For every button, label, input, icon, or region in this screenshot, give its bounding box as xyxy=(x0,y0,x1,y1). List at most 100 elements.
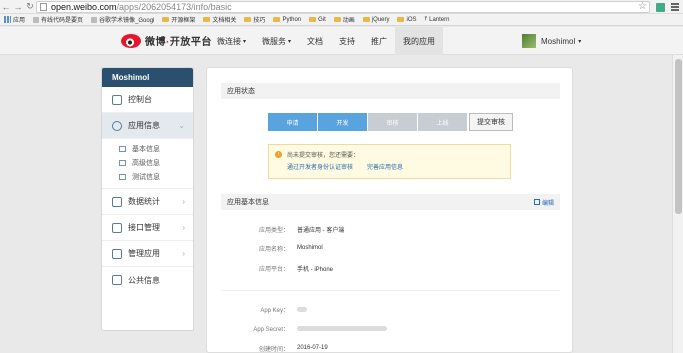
notice-text: 尚未提交审核，您还需要： xyxy=(287,153,360,159)
chevron-down-icon: ▾ xyxy=(243,38,247,45)
extension-icon[interactable] xyxy=(656,3,665,12)
bookmark-star-icon[interactable]: ☆ xyxy=(638,1,647,12)
weibo-eye-icon xyxy=(121,33,141,48)
warning-icon: ! xyxy=(275,151,282,158)
forward-icon[interactable]: → xyxy=(12,1,24,13)
manage-icon xyxy=(112,248,122,259)
folder-icon xyxy=(333,17,341,22)
step-online: 上线 xyxy=(418,113,467,131)
bookmark-folder[interactable]: 开源框架 xyxy=(162,15,195,24)
info-row-created: 创建时间： 2016-07-19 xyxy=(258,345,328,353)
bookmark-apps[interactable]: 应用 xyxy=(4,15,25,24)
page-icon xyxy=(40,3,47,11)
page-icon xyxy=(33,16,40,23)
doc-icon xyxy=(119,174,126,180)
sidebar-item-api[interactable]: 接口管理 › xyxy=(102,215,193,241)
logo-text: 微博 xyxy=(145,37,166,48)
nav-support[interactable]: 支持 xyxy=(331,27,363,55)
folder-icon xyxy=(162,17,170,22)
sidebar-item-stats[interactable]: 数据统计 › xyxy=(102,189,193,215)
url-host: open.weibo.com xyxy=(51,2,117,12)
step-apply: 申请 xyxy=(268,113,317,131)
browser-menu-icon[interactable] xyxy=(671,3,679,11)
bookmark-folder[interactable]: 技巧 xyxy=(244,15,265,24)
folder-icon xyxy=(397,17,405,22)
nav-weifuwu[interactable]: 微服务 ▾ xyxy=(254,27,299,55)
nav-weilianjie[interactable]: 微连接 ▾ xyxy=(209,27,254,55)
folder-icon xyxy=(273,17,281,22)
bookmarks-bar: 应用 有线代码是要页 谷歌学术镜像_Googl 开源框架 文档相关 技巧 Pyt… xyxy=(0,14,683,26)
info-row-type: 应用类型： 普通应用 - 客户端 xyxy=(258,227,345,234)
info-row-app-key: App Key： xyxy=(207,304,307,314)
sidebar-item-manage[interactable]: 管理应用 › xyxy=(102,241,193,267)
bookmark-folder[interactable]: jQuery xyxy=(362,17,389,23)
nav-my-apps[interactable]: 我的应用 xyxy=(395,27,444,55)
edit-link[interactable]: 编辑 xyxy=(533,194,554,210)
reload-icon[interactable]: ↻ xyxy=(24,1,36,13)
redacted-value xyxy=(297,325,387,331)
sidebar-sub-advanced-info[interactable]: 高级信息 xyxy=(119,156,193,170)
info-row-app-secret: App Secret： xyxy=(207,323,387,333)
sidebar-item-public-info[interactable]: 公共信息 xyxy=(102,267,193,293)
site-header: 微博·开放平台 微连接 ▾ 微服务 ▾ 文档 支持 推广 我的应用 Moshimol… xyxy=(0,27,683,55)
section-title-status: 应用状态 xyxy=(221,83,560,99)
info-row-name: 应用名称： Moshimol xyxy=(258,245,323,253)
scroll-thumb[interactable] xyxy=(675,59,682,214)
user-menu[interactable]: Moshimol ▾ xyxy=(522,34,581,48)
sidebar-sub-list: 基本信息 高级信息 测试信息 xyxy=(102,139,193,189)
sidebar: Moshimol 控制台 应用信息 ⌄ 基本信息 高级信息 测试信息 数据统计 … xyxy=(101,67,194,331)
redacted-value xyxy=(297,306,307,312)
folder-icon xyxy=(309,17,317,22)
chevron-right-icon: › xyxy=(182,223,185,232)
chevron-right-icon: › xyxy=(182,249,185,258)
dashboard-icon xyxy=(112,94,122,105)
divider xyxy=(221,290,560,291)
bookmark-folder[interactable]: Python xyxy=(273,17,301,23)
page-scrollbar[interactable] xyxy=(672,55,683,353)
notice-links: 通过开发者身份认证审核 完善应用信息 xyxy=(287,160,504,172)
main-nav: 微连接 ▾ 微服务 ▾ 文档 支持 推广 我的应用 xyxy=(209,27,444,55)
bookmark-item[interactable]: 谷歌学术镜像_Googl xyxy=(91,15,154,24)
info-icon xyxy=(112,275,122,285)
folder-icon xyxy=(244,17,252,22)
edit-icon xyxy=(533,199,540,205)
weibo-logo[interactable]: 微博·开放平台 xyxy=(121,33,212,48)
bookmark-item[interactable]: 有线代码是要页 xyxy=(33,15,83,24)
complete-app-info-link[interactable]: 完善应用信息 xyxy=(367,162,403,171)
chevron-right-icon: › xyxy=(182,197,185,206)
bookmark-folder[interactable]: 文档相关 xyxy=(203,15,236,24)
bookmark-folder[interactable]: iOS xyxy=(397,17,417,23)
sidebar-sub-basic-info[interactable]: 基本信息 xyxy=(119,142,193,156)
gear-icon xyxy=(112,120,122,131)
progress-steps: 申请 开发 审核 上线 xyxy=(268,113,468,131)
developer-auth-link[interactable]: 通过开发者身份认证审核 xyxy=(287,162,353,171)
page-icon xyxy=(91,16,98,23)
bookmark-folder[interactable]: 动画 xyxy=(333,15,355,24)
chevron-down-icon: ▾ xyxy=(288,38,292,45)
chevron-down-icon: ▾ xyxy=(578,38,582,45)
bookmark-folder[interactable]: Git xyxy=(309,17,326,23)
doc-icon xyxy=(119,160,126,166)
info-row-platform: 应用平台： 手机 - iPhone xyxy=(258,266,334,273)
username: Moshimol xyxy=(541,36,576,46)
sidebar-item-app-info[interactable]: 应用信息 ⌄ xyxy=(102,113,193,139)
url-bar[interactable]: open.weibo.com /apps/2062054173/info/bas… xyxy=(36,1,650,13)
section-title-basic: 应用基本信息 编辑 xyxy=(221,194,560,210)
nav-promote[interactable]: 推广 xyxy=(363,27,395,55)
apps-icon xyxy=(4,16,11,23)
notice-box: ! 尚未提交审核，您还需要： 通过开发者身份认证审核 完善应用信息 xyxy=(268,144,511,179)
pin-icon: ⫯ xyxy=(424,16,428,22)
folder-icon xyxy=(362,17,370,22)
bookmark-lantern[interactable]: ⫯ Lantern xyxy=(425,16,450,23)
sidebar-sub-test-info[interactable]: 测试信息 xyxy=(119,170,193,184)
back-icon[interactable]: ← xyxy=(0,1,12,13)
api-icon xyxy=(112,222,122,233)
step-review: 审核 xyxy=(368,113,417,131)
sidebar-item-console[interactable]: 控制台 xyxy=(102,87,193,113)
doc-icon xyxy=(119,146,126,152)
submit-review-button[interactable]: 提交审核 xyxy=(469,113,513,131)
nav-docs[interactable]: 文档 xyxy=(299,27,331,55)
main-panel: 应用状态 申请 开发 审核 上线 提交审核 ! 尚未提交审核，您还需要： 通过开… xyxy=(206,67,573,353)
browser-toolbar: ← → ↻ open.weibo.com /apps/2062054173/in… xyxy=(0,0,683,14)
url-path: /apps/2062054173/info/basic xyxy=(116,2,232,12)
